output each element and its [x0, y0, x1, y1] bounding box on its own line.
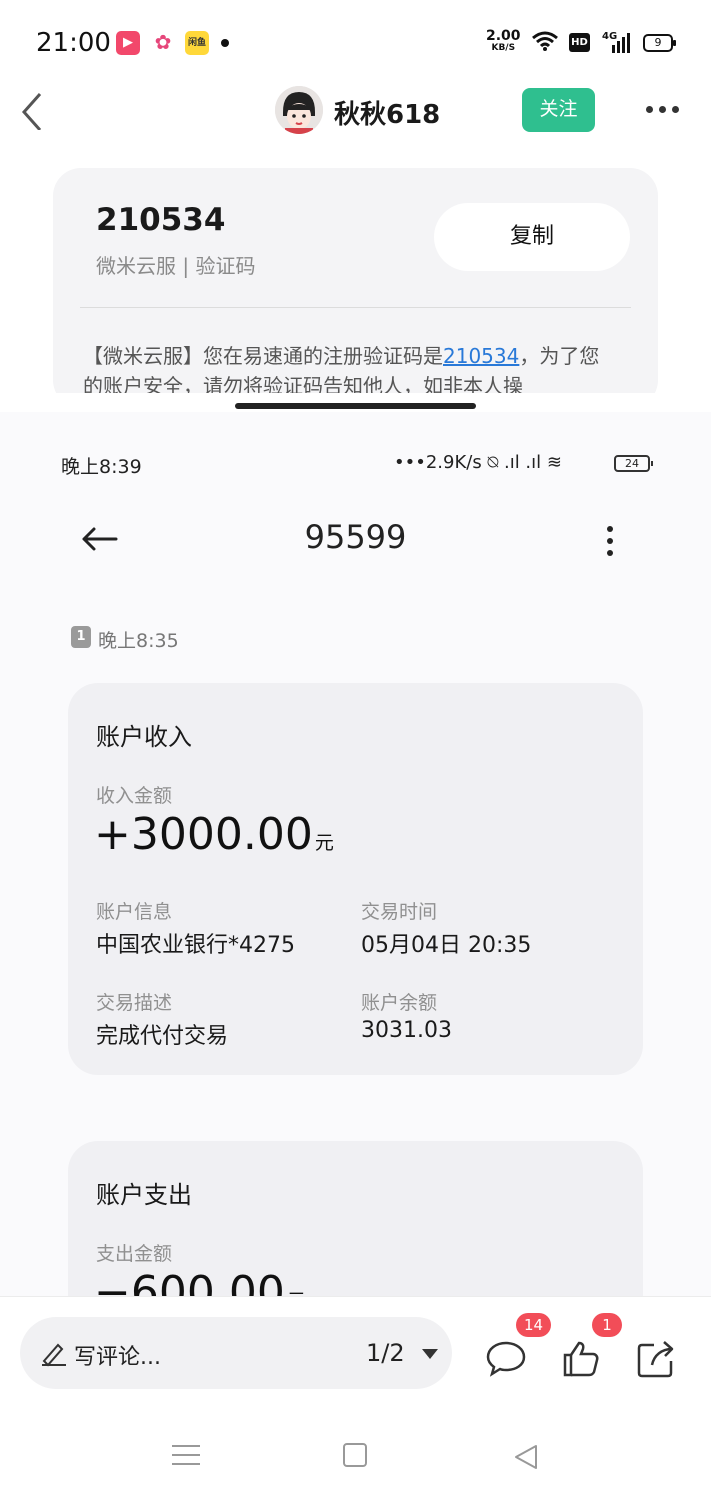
post-header: 秋秋618 关注	[0, 86, 711, 150]
message-time: 晚上8:35	[98, 630, 179, 652]
signal-icon	[612, 33, 630, 53]
comment-input[interactable]: 写评论... 1/2	[20, 1317, 452, 1389]
income-amount: +3000.00 元	[94, 809, 334, 860]
comment-count-badge: 14	[516, 1313, 552, 1337]
dropdown-caret-icon[interactable]	[422, 1349, 438, 1359]
verification-code-card: 210534 微米云服 | 验证码 复制 【微米云服】您在易速通的注册验证码是2…	[53, 168, 658, 393]
code-message: 【微米云服】您在易速通的注册验证码是210534，为了您的账户安全，请勿将验证码…	[83, 344, 600, 393]
wifi-icon	[532, 31, 558, 51]
divider	[80, 307, 631, 308]
xianyu-app-icon: 闲鱼	[185, 31, 209, 55]
hd-icon: HD	[569, 33, 590, 52]
income-amount-label: 收入金额	[96, 785, 173, 807]
username[interactable]: 秋秋618	[334, 94, 440, 131]
screenshot-verification-code: 210534 微米云服 | 验证码 复制 【微米云服】您在易速通的注册验证码是2…	[0, 150, 711, 393]
expense-amount-label: 支出金额	[96, 1243, 173, 1265]
income-card: 账户收入 收入金额 +3000.00 元 账户信息 中国农业银行*4275 交易时…	[68, 683, 643, 1075]
expense-amount: −600.00元	[94, 1267, 306, 1296]
sms-sender-title: 95599	[304, 518, 407, 556]
expense-card: 账户支出 支出金额 −600.00元	[68, 1141, 643, 1296]
like-count-badge: 1	[592, 1313, 622, 1337]
sim-badge: 1	[71, 626, 91, 648]
desc-label: 交易描述	[96, 992, 173, 1014]
code-link[interactable]: 210534	[443, 344, 519, 368]
battery-icon: 9	[643, 34, 676, 52]
system-navigation	[0, 1437, 711, 1477]
sms-status-time: 晚上8:39	[61, 456, 142, 478]
flower-app-icon: ✿	[154, 30, 172, 54]
code-sender: 微米云服 | 验证码	[96, 254, 256, 278]
back-icon[interactable]	[512, 1443, 540, 1471]
account-value: 中国农业银行*4275	[96, 933, 295, 958]
time-value: 05月04日 20:35	[361, 933, 532, 958]
follow-button[interactable]: 关注	[522, 88, 595, 132]
account-label: 账户信息	[96, 901, 173, 923]
sms-battery-icon: 24	[614, 455, 653, 472]
home-indicator	[235, 403, 476, 409]
avatar[interactable]	[275, 86, 323, 134]
screenshot-bank-sms: 晚上8:39 •••2.9K/s ⍉ .ıl .ıl ≋ 24 95599 1 …	[0, 412, 711, 1296]
balance-label: 账户余额	[361, 992, 438, 1014]
pencil-icon	[42, 1343, 66, 1367]
notification-dot-icon	[221, 39, 229, 47]
page-indicator[interactable]: 1/2	[366, 1339, 405, 1367]
balance-value: 3031.03	[361, 1018, 452, 1043]
status-time: 21:00	[36, 28, 111, 58]
status-bar: 21:00 ▶ ✿ 闲鱼 2.00 KB/S HD 4G 9	[0, 0, 711, 86]
comment-placeholder: 写评论...	[74, 1345, 161, 1370]
bottom-action-bar: 写评论... 1/2 14 1	[0, 1296, 711, 1500]
network-speed: 2.00 KB/S	[486, 28, 521, 53]
verification-code: 210534	[96, 202, 226, 238]
video-app-icon: ▶	[116, 31, 140, 55]
sms-menu-icon	[607, 526, 613, 556]
copy-button[interactable]: 复制	[434, 203, 630, 271]
home-icon[interactable]	[343, 1443, 367, 1467]
back-chevron-icon[interactable]	[18, 90, 48, 130]
sms-status-icons: •••2.9K/s ⍉ .ıl .ıl ≋	[394, 452, 562, 473]
like-icon[interactable]	[559, 1337, 603, 1381]
desc-value: 完成代付交易	[96, 1024, 229, 1049]
recent-apps-icon[interactable]	[172, 1445, 200, 1472]
income-title: 账户收入	[96, 723, 192, 751]
share-icon[interactable]	[634, 1337, 678, 1381]
time-label: 交易时间	[361, 901, 438, 923]
more-icon[interactable]	[646, 106, 679, 113]
expense-title: 账户支出	[96, 1181, 192, 1209]
comment-icon[interactable]	[484, 1337, 528, 1381]
